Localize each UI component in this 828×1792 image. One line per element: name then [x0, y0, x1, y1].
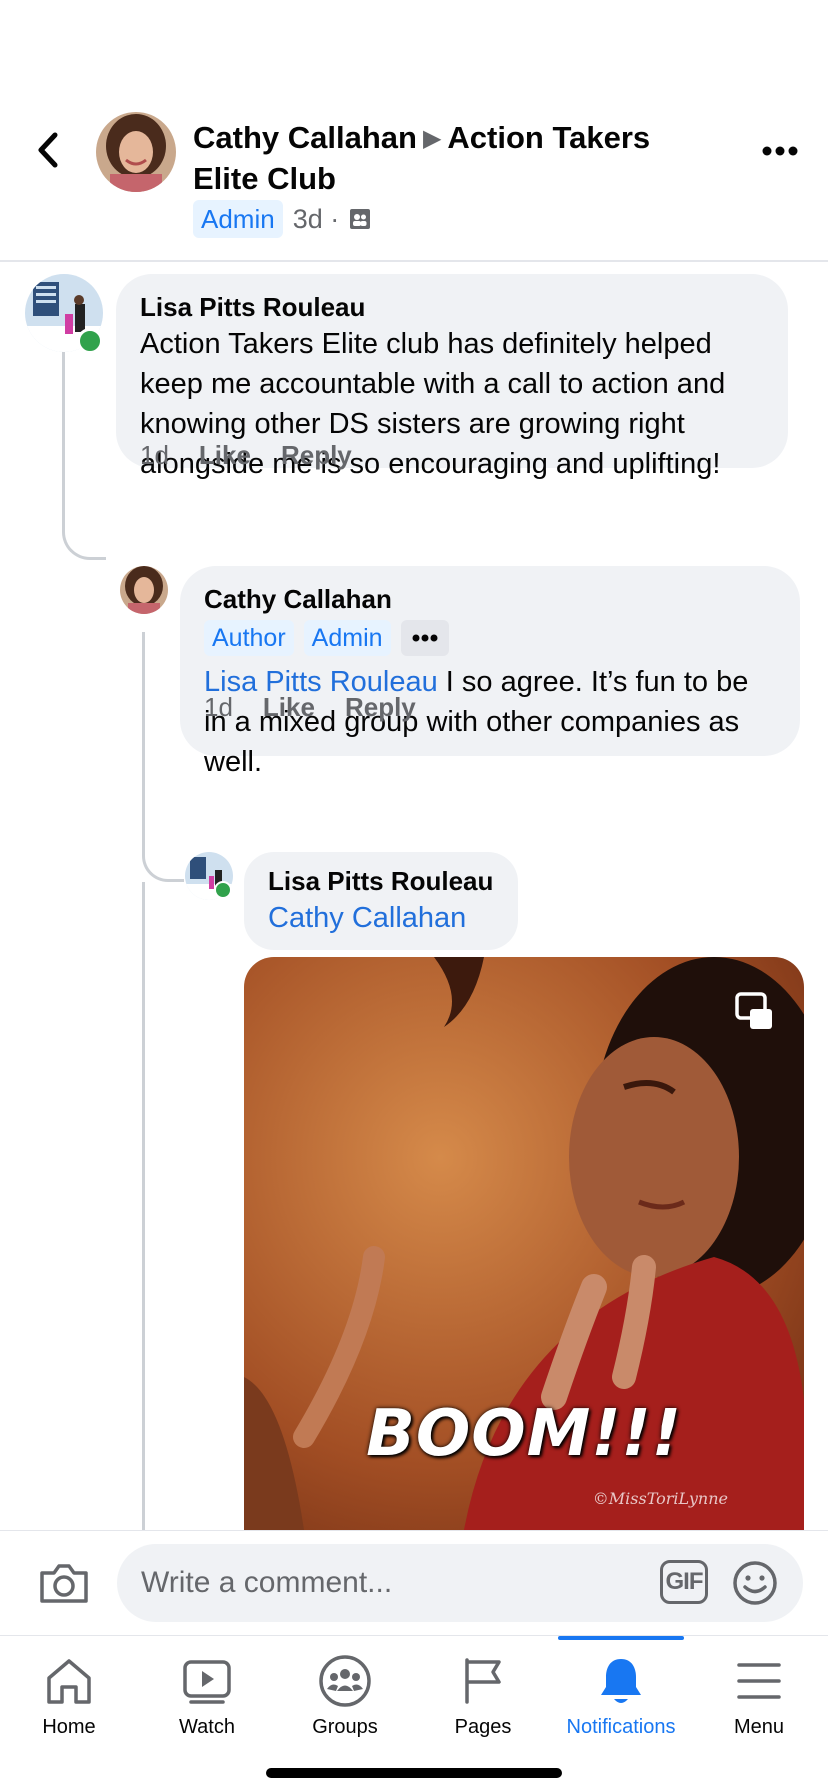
commenter-name[interactable]: Lisa Pitts Rouleau: [268, 864, 494, 898]
post-header: Cathy Callahan ▶ Action Takers Elite Club …: [0, 0, 828, 262]
admin-badge: Admin: [193, 200, 283, 238]
reply-button[interactable]: Reply: [345, 692, 416, 723]
bell-icon: [601, 1659, 641, 1703]
commenter-badges: Author Admin: [204, 620, 776, 656]
commenter-name[interactable]: Lisa Pitts Rouleau: [140, 290, 764, 324]
camera-button[interactable]: [38, 1561, 90, 1605]
tab-label: Menu: [733, 1716, 785, 1738]
camera-icon: [40, 1564, 88, 1603]
home-icon: [47, 1659, 91, 1704]
tab-home[interactable]: Home: [0, 1636, 138, 1746]
comment-bubble[interactable]: Cathy Callahan Author Admin Lisa Pitts R…: [180, 566, 800, 778]
tab-pages[interactable]: Pages: [414, 1636, 552, 1746]
comment-input[interactable]: [141, 1544, 641, 1622]
more-badges-button[interactable]: [400, 620, 449, 656]
comment-bubble[interactable]: Lisa Pitts Rouleau Cathy Callahan: [244, 852, 518, 950]
tab-label: Groups: [312, 1716, 378, 1738]
tab-label: Pages: [454, 1716, 512, 1738]
gif-attachment[interactable]: BOOM!!! ©MissToriLynne: [244, 957, 804, 1530]
gif-caption: BOOM!!!: [366, 1397, 682, 1471]
comment-actions: 1d Like Reply: [204, 692, 416, 723]
chevron-left-icon: [38, 132, 58, 168]
thread-line: [62, 320, 106, 560]
post-title[interactable]: Cathy Callahan ▶ Action Takers Elite Club: [193, 118, 713, 199]
expand-icon: [735, 992, 772, 1029]
more-horizontal-icon: [412, 634, 438, 642]
watch-icon: [183, 1660, 231, 1704]
online-status-indicator: [214, 881, 232, 899]
comment-time: 1d: [140, 440, 169, 470]
mention-link[interactable]: Cathy Callahan: [268, 898, 494, 938]
author-badge: Author: [204, 620, 294, 656]
tab-label: Home: [42, 1716, 96, 1738]
groups-icon: [319, 1655, 371, 1707]
comment-thread[interactable]: Lisa Pitts Rouleau Action Takers Elite c…: [0, 262, 828, 1530]
emoji-button[interactable]: [732, 1560, 778, 1606]
tab-menu[interactable]: Menu: [690, 1636, 828, 1746]
post-author-avatar[interactable]: [96, 112, 176, 192]
like-button[interactable]: Like: [263, 692, 315, 723]
gif-watermark: ©MissToriLynne: [592, 1489, 728, 1508]
bottom-tab-bar: Home Watch Groups Pages Notifications Me…: [0, 1635, 828, 1792]
tab-label: Notifications: [566, 1716, 676, 1738]
commenter-name[interactable]: Cathy Callahan: [204, 582, 776, 616]
commenter-avatar[interactable]: [120, 566, 168, 614]
post-time: 3d ·: [292, 203, 340, 234]
tab-groups[interactable]: Groups: [276, 1636, 414, 1746]
reply-button[interactable]: Reply: [281, 440, 352, 471]
pages-flag-icon: [465, 1658, 501, 1704]
tab-watch[interactable]: Watch: [138, 1636, 276, 1746]
like-button[interactable]: Like: [199, 440, 251, 471]
tab-label: Watch: [179, 1716, 235, 1738]
arrow-right-icon: ▶: [422, 125, 442, 152]
more-horizontal-icon: [762, 146, 798, 156]
comment-input-container[interactable]: GIF: [117, 1544, 803, 1622]
back-button[interactable]: [28, 128, 68, 172]
home-indicator: [266, 1768, 562, 1778]
comment-actions: 1d Like Reply: [140, 440, 352, 471]
emoji-icon: [733, 1561, 777, 1605]
expand-button[interactable]: [734, 991, 774, 1036]
group-audience-icon: [350, 209, 371, 229]
gif-button[interactable]: GIF: [660, 1560, 708, 1604]
admin-badge: Admin: [303, 620, 391, 656]
post-meta: Admin 3d ·: [193, 200, 371, 238]
more-options-button[interactable]: [760, 136, 800, 166]
comment-time: 1d: [204, 692, 233, 722]
post-author-name[interactable]: Cathy Callahan: [193, 120, 417, 155]
menu-icon: [737, 1663, 781, 1699]
thread-line: [142, 632, 184, 882]
comment-bubble[interactable]: Lisa Pitts Rouleau Action Takers Elite c…: [116, 274, 788, 480]
online-status-indicator: [77, 328, 103, 354]
tab-notifications[interactable]: Notifications: [552, 1636, 690, 1746]
comment-composer: GIF: [0, 1530, 828, 1635]
thread-line: [142, 882, 145, 1530]
